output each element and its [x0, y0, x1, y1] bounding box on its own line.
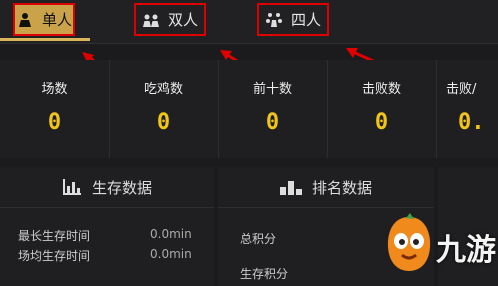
stat-value: 0: [156, 110, 171, 135]
mascot-logo-icon: [387, 213, 431, 271]
bar-chart-icon: [62, 179, 81, 195]
tab-squad-label: 四人: [290, 11, 321, 29]
solo-person-icon: [18, 12, 31, 27]
stat-label: 击败/: [446, 82, 477, 97]
squad-people-icon: [265, 12, 282, 27]
survival-panel: 生存数据 最长生存时间 0.0min 场均生存时间 0.0min: [0, 167, 214, 286]
stat-cell: 击败数 0: [327, 60, 437, 158]
tab-duo-label: 双人: [167, 11, 198, 29]
stat-cell: 场数 0: [0, 60, 110, 158]
survival-title: 生存数据: [91, 178, 152, 197]
stat-value: 0: [374, 110, 389, 135]
ranking-header: 排名数据: [218, 167, 434, 208]
ranking-title: 排名数据: [311, 178, 372, 197]
survival-row-label: 最长生存时间: [18, 229, 91, 243]
stat-cell: 前十数 0: [218, 60, 328, 158]
stat-cell: 击败/ 0.: [436, 60, 498, 158]
mode-tab-bar: 单人 双人 四人: [0, 0, 498, 44]
stat-label: 前十数: [252, 82, 292, 97]
stat-label: 吃鸡数: [143, 82, 183, 97]
stat-value: 0.: [458, 110, 485, 135]
active-tab-indicator: [0, 38, 90, 41]
stat-label: 击败数: [361, 82, 401, 97]
stats-row: 场数 0 吃鸡数 0 前十数 0 击败数 0 击败/ 0.: [0, 60, 498, 158]
duo-people-icon: [142, 14, 159, 27]
stat-label: 场数: [41, 82, 68, 97]
stat-value: 0: [47, 110, 62, 135]
stat-cell: 吃鸡数 0: [109, 60, 219, 158]
tab-squad[interactable]: 四人: [257, 3, 329, 36]
watermark: 九游: [380, 205, 498, 286]
survival-row-value: 0.0min: [150, 247, 192, 261]
tab-solo-label: 单人: [41, 11, 72, 29]
tab-duo[interactable]: 双人: [134, 3, 206, 36]
survival-header: 生存数据: [0, 167, 214, 208]
watermark-text: 九游: [436, 233, 496, 268]
ranking-row-label: 总积分: [240, 232, 277, 246]
ranking-row-label: 生存积分: [240, 267, 289, 281]
tab-solo[interactable]: 单人: [13, 3, 75, 36]
survival-row-label: 场均生存时间: [18, 249, 91, 263]
stat-value: 0: [265, 110, 280, 135]
podium-icon: [279, 181, 302, 195]
survival-row-value: 0.0min: [150, 227, 192, 241]
